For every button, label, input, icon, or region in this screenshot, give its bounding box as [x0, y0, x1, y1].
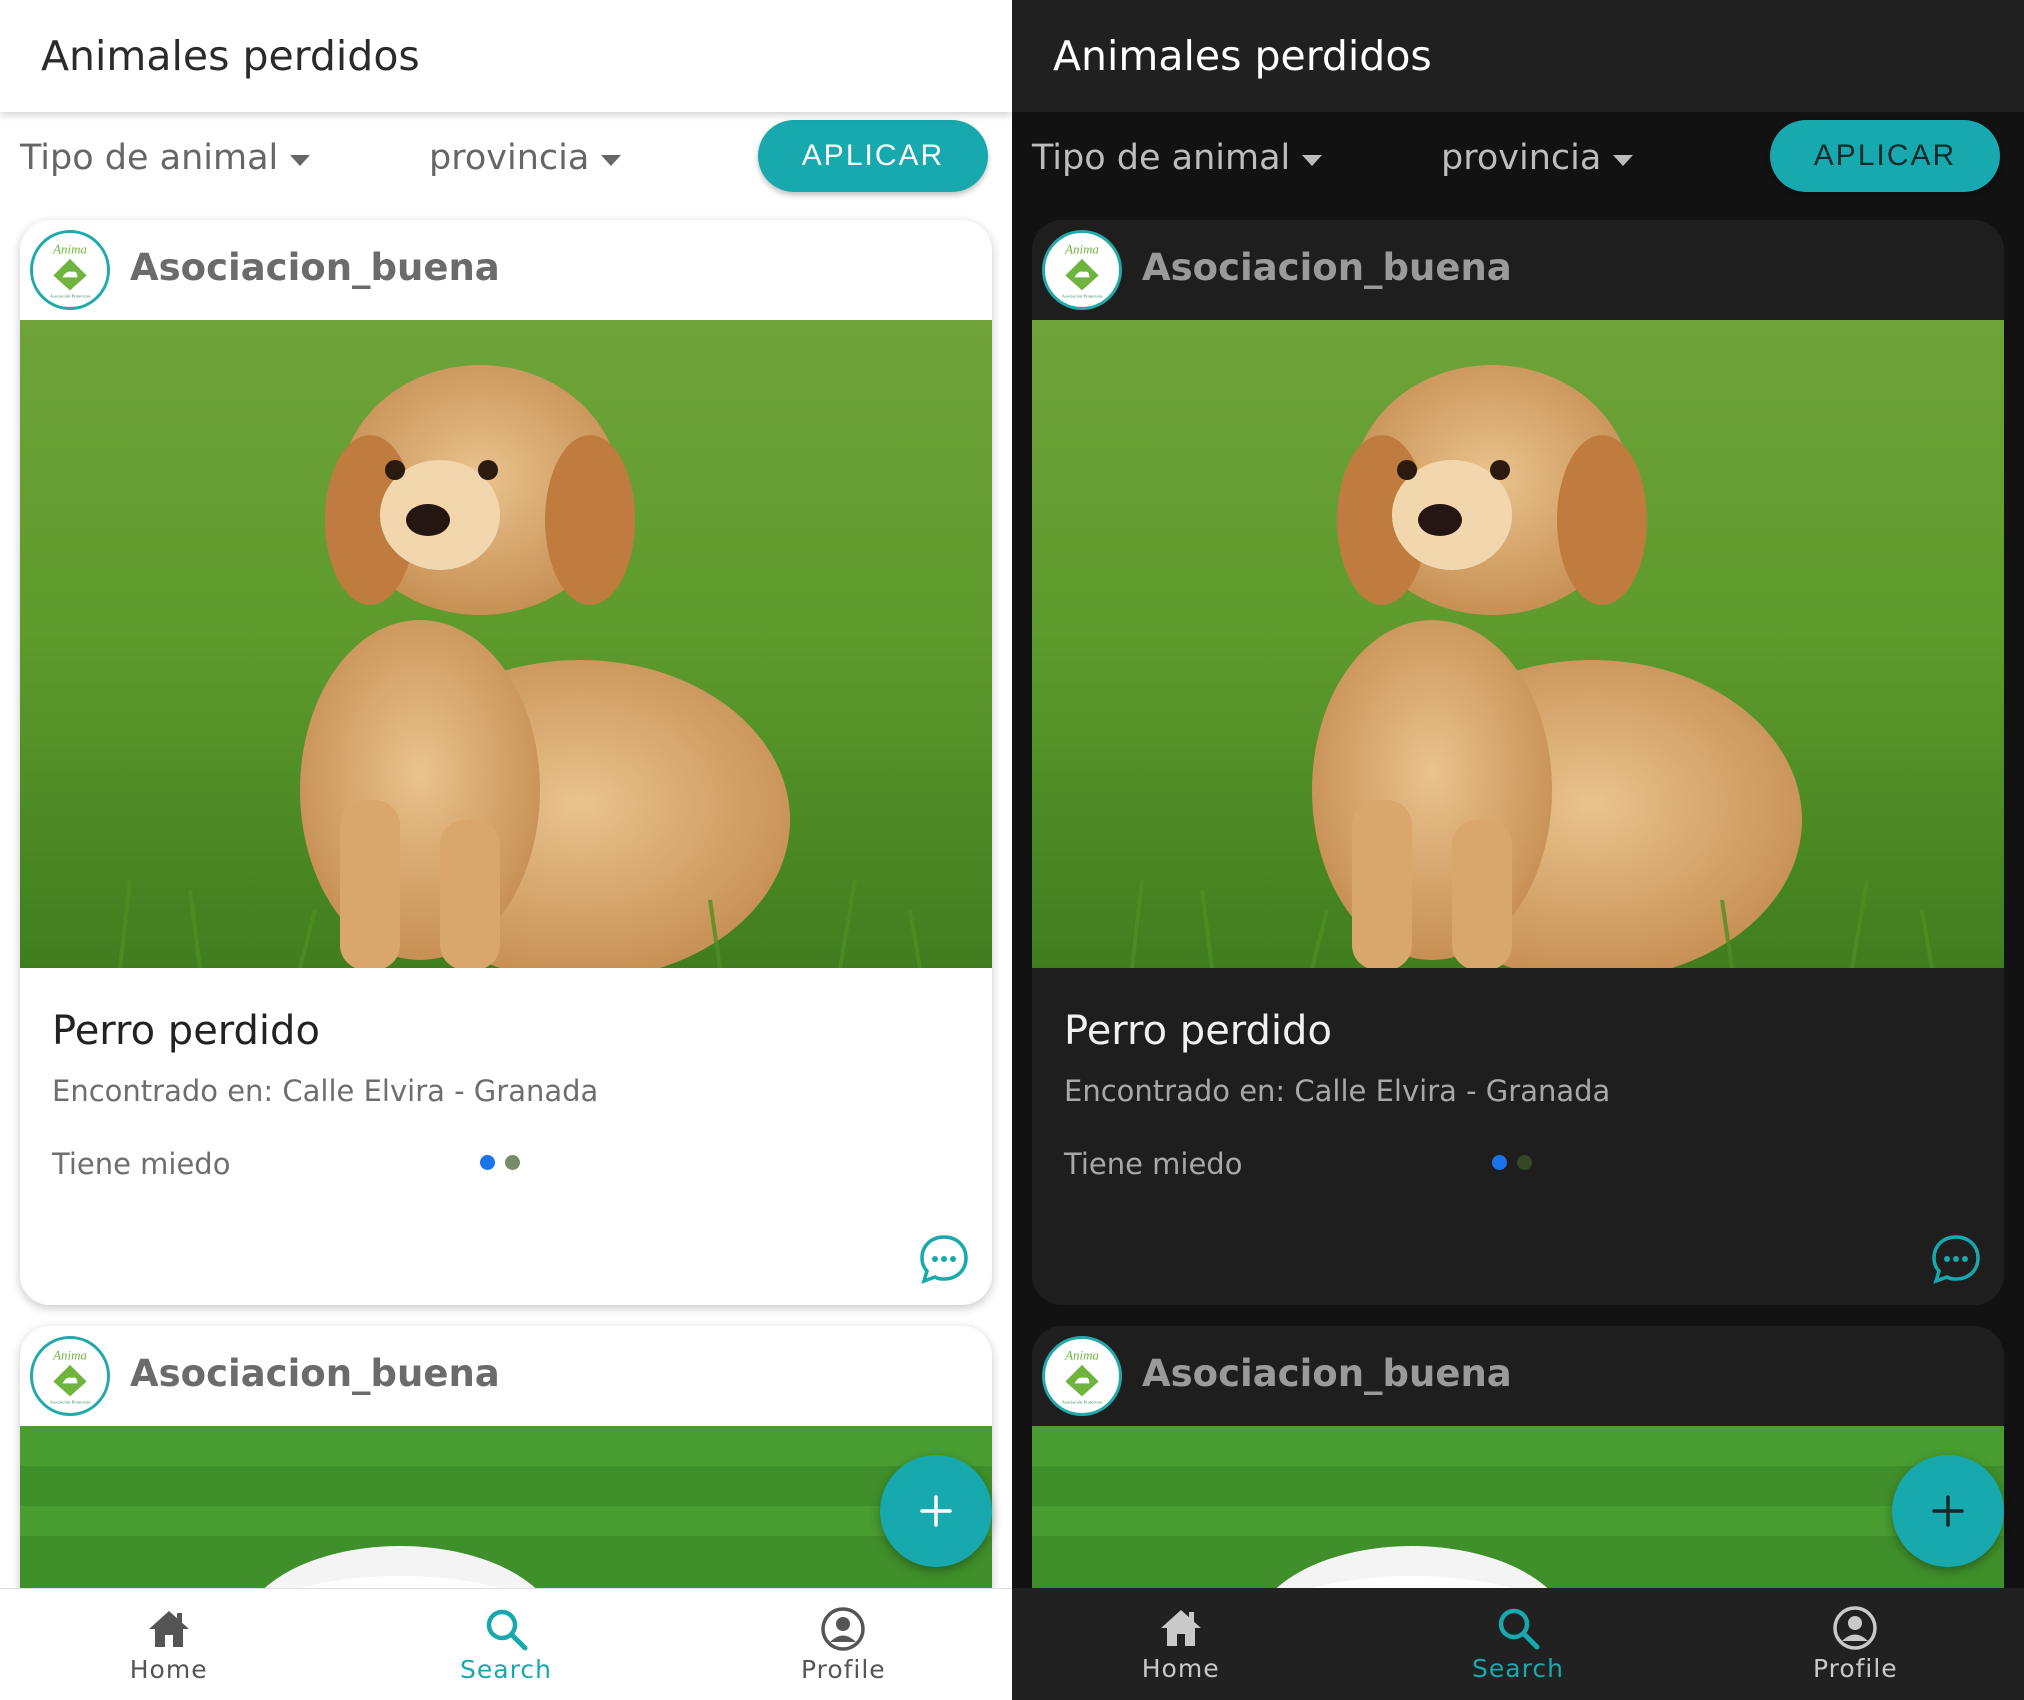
app-bar: Animales perdidos	[1012, 0, 2024, 112]
plus-icon	[920, 1495, 952, 1527]
nav-item-search[interactable]: Search	[337, 1589, 674, 1700]
post-title: Perro perdido	[52, 1008, 320, 1054]
svg-text:Anima: Anima	[1064, 241, 1099, 256]
org-avatar: Anima Asociación Protectora	[1042, 1336, 1122, 1416]
svg-text:Asociación Protectora: Asociación Protectora	[1062, 294, 1103, 299]
nav-label-profile: Profile	[800, 1655, 886, 1684]
org-name[interactable]: Asociacion_buena	[1142, 246, 1512, 289]
carousel-indicator	[480, 1155, 520, 1170]
nav-item-profile[interactable]: Profile	[1687, 1588, 2024, 1700]
pet-photo[interactable]	[1032, 320, 2004, 968]
nav-item-home[interactable]: Home	[1012, 1588, 1349, 1700]
svg-text:Anima: Anima	[52, 1347, 87, 1362]
animal-type-label: Tipo de animal	[1032, 138, 1291, 178]
province-dropdown[interactable]: provincia	[1441, 138, 1634, 178]
post-card-header: Anima Asociación Protectora Asociacion_b…	[20, 1326, 992, 1426]
post-card-header: Anima Asociación Protectora Asociacion_b…	[1032, 220, 2004, 320]
post-card[interactable]: Anima Asociación Protectora Asociacion_b…	[1032, 220, 2004, 1305]
post-location: Encontrado en: Calle Elvira - Granada	[1064, 1074, 1611, 1108]
caret-down-icon	[601, 154, 622, 166]
pet-photo[interactable]	[20, 320, 992, 968]
org-avatar: Anima Asociación Protectora	[30, 230, 110, 310]
chat-bubble-icon[interactable]	[1930, 1233, 1982, 1285]
carousel-dot[interactable]	[1517, 1155, 1532, 1170]
dark-theme-screen: Animales perdidos Tipo de animal provinc…	[1012, 0, 2024, 1700]
light-theme-screen: Animales perdidos Tipo de animal provinc…	[0, 0, 1012, 1700]
add-post-button[interactable]	[1892, 1455, 2004, 1567]
svg-text:Asociación Protectora: Asociación Protectora	[1062, 1400, 1103, 1405]
animal-type-label: Tipo de animal	[20, 138, 279, 178]
svg-text:Asociación Protectora: Asociación Protectora	[50, 1400, 91, 1405]
nav-item-search[interactable]: Search	[1349, 1588, 1686, 1700]
home-icon	[148, 1611, 189, 1647]
search-icon	[486, 1609, 528, 1651]
caret-down-icon	[290, 154, 311, 166]
carousel-dot-active[interactable]	[1492, 1155, 1507, 1170]
page-title: Animales perdidos	[41, 32, 420, 80]
svg-text:Anima: Anima	[52, 241, 87, 256]
page-title: Animales perdidos	[1053, 32, 1432, 80]
carousel-dot-active[interactable]	[480, 1155, 495, 1170]
animal-type-dropdown[interactable]: Tipo de animal	[1032, 138, 1323, 178]
nav-label-home: Home	[1141, 1654, 1220, 1683]
province-label: provincia	[1441, 138, 1602, 178]
profile-icon	[1833, 1606, 1878, 1650]
post-card[interactable]: Anima Asociación Protectora Asociacion_b…	[20, 220, 992, 1305]
province-label: provincia	[429, 138, 590, 178]
nav-label-home: Home	[129, 1655, 208, 1684]
nav-label-profile: Profile	[1812, 1654, 1898, 1683]
org-avatar: Anima Asociación Protectora	[1042, 230, 1122, 310]
plus-icon	[1932, 1495, 1964, 1527]
org-name[interactable]: Asociacion_buena	[130, 246, 500, 289]
post-description: Tiene miedo	[52, 1147, 231, 1181]
app-bar: Animales perdidos	[0, 0, 1012, 112]
nav-item-home[interactable]: Home	[0, 1589, 337, 1700]
add-post-button[interactable]	[880, 1455, 992, 1567]
nav-label-search: Search	[1472, 1654, 1564, 1683]
svg-text:Asociación Protectora: Asociación Protectora	[50, 294, 91, 299]
svg-text:Anima: Anima	[1064, 1347, 1099, 1362]
profile-icon	[821, 1607, 866, 1651]
post-description: Tiene miedo	[1064, 1147, 1243, 1181]
search-icon	[1498, 1608, 1540, 1650]
post-location: Encontrado en: Calle Elvira - Granada	[52, 1074, 599, 1108]
carousel-indicator	[1492, 1155, 1532, 1170]
org-name[interactable]: Asociacion_buena	[1142, 1352, 1512, 1395]
post-card-header: Anima Asociación Protectora Asociacion_b…	[20, 220, 992, 320]
caret-down-icon	[1302, 154, 1323, 166]
apply-button[interactable]: APLICAR	[758, 120, 988, 192]
bottom-navigation: Home Search Profile	[0, 1588, 1012, 1700]
province-dropdown[interactable]: provincia	[429, 138, 622, 178]
caret-down-icon	[1613, 154, 1634, 166]
post-card-header: Anima Asociación Protectora Asociacion_b…	[1032, 1326, 2004, 1426]
animal-type-dropdown[interactable]: Tipo de animal	[20, 138, 311, 178]
org-avatar: Anima Asociación Protectora	[30, 1336, 110, 1416]
carousel-dot[interactable]	[505, 1155, 520, 1170]
nav-label-search: Search	[460, 1655, 552, 1684]
chat-bubble-icon[interactable]	[918, 1233, 970, 1285]
post-title: Perro perdido	[1064, 1008, 1332, 1054]
home-icon	[1160, 1610, 1201, 1646]
apply-button[interactable]: APLICAR	[1770, 120, 2000, 192]
nav-item-profile[interactable]: Profile	[675, 1589, 1012, 1700]
bottom-navigation: Home Search Profile	[1012, 1588, 2024, 1700]
org-name[interactable]: Asociacion_buena	[130, 1352, 500, 1395]
